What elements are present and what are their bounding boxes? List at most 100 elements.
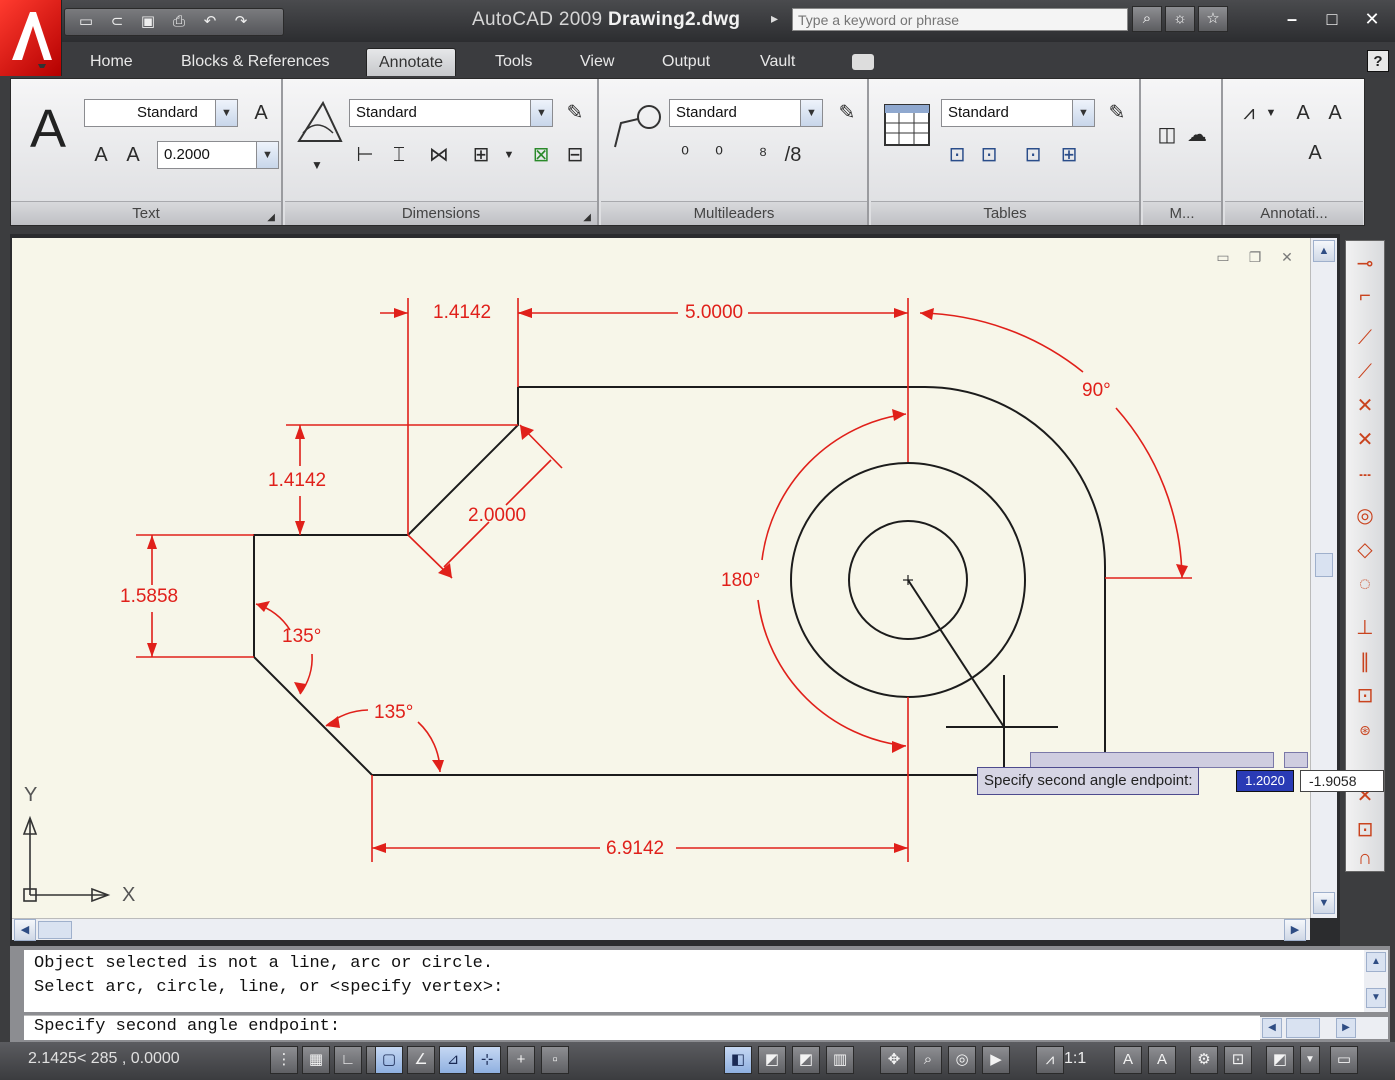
showmotion-icon[interactable]: ▶ [982, 1046, 1010, 1074]
print-icon[interactable]: ⎙ [168, 13, 190, 31]
tab-output[interactable]: Output [650, 48, 722, 76]
align-leaders-icon[interactable]: ⁸ [749, 143, 777, 171]
open-icon[interactable]: ⊂ [106, 13, 128, 31]
remove-leader-icon[interactable]: ⁰ [705, 143, 733, 171]
command-history-scrollbar[interactable]: ▲ ▼ [1364, 950, 1388, 1012]
scroll-thumb[interactable] [38, 921, 72, 939]
text-height-select[interactable]: 0.2000 ▼ [157, 141, 279, 169]
scroll-up-icon[interactable]: ▲ [1366, 952, 1386, 972]
quick-view-icon[interactable]: ▥ [826, 1046, 854, 1074]
snap-parallel-icon[interactable]: ∥ [1352, 649, 1378, 675]
horizontal-scrollbar[interactable]: ◀ ▶ [12, 918, 1310, 941]
layout1-icon[interactable]: ◩ [758, 1046, 786, 1074]
scroll-up-icon[interactable]: ▲ [1313, 240, 1335, 262]
quick-dimension-icon[interactable]: ⊢ [351, 143, 379, 171]
scroll-right-icon[interactable]: ▶ [1336, 1018, 1356, 1038]
ribbon-minimize-icon[interactable] [852, 54, 874, 70]
restore-icon[interactable]: ❐ [1244, 248, 1266, 266]
dimension-space-icon[interactable]: ⌶ [385, 143, 413, 171]
redo-icon[interactable]: ↷ [230, 13, 252, 31]
search-icon[interactable]: ⌕ [1132, 6, 1162, 32]
scroll-thumb[interactable] [1286, 1018, 1320, 1038]
table-style-select[interactable]: Standard ▼ [941, 99, 1095, 127]
snap-from-icon[interactable]: ⌐ [1352, 283, 1378, 309]
quick-properties-icon[interactable]: ▫ [541, 1046, 569, 1074]
snap-settings-icon[interactable]: ⊡ [1352, 817, 1378, 843]
collect-leaders-icon[interactable]: /8 [779, 143, 807, 171]
undo-icon[interactable]: ↶ [199, 13, 221, 31]
application-menu-button[interactable] [0, 0, 62, 76]
dimension-style-select[interactable]: Standard ▼ [349, 99, 553, 127]
dynamic-input-icon[interactable]: ⊹ [473, 1046, 501, 1074]
title-dropdown-icon[interactable]: ▸ [771, 10, 778, 27]
add-leader-icon[interactable]: ⁰ [671, 143, 699, 171]
scale-dropdown-icon[interactable]: ▼ [1257, 101, 1285, 129]
favorites-icon[interactable]: ☆ [1198, 6, 1228, 32]
tab-home[interactable]: Home [78, 48, 145, 76]
scroll-left-icon[interactable]: ◀ [14, 919, 36, 941]
tab-view[interactable]: View [568, 48, 626, 76]
multileader-style-select[interactable]: Standard ▼ [669, 99, 823, 127]
snap-extension-icon[interactable]: ┄ [1352, 463, 1378, 489]
vertical-scrollbar[interactable]: ▲ ▼ [1310, 238, 1337, 918]
show-lineweight-icon[interactable]: + [507, 1046, 535, 1074]
dynamic-input-value-x[interactable]: 1.2020 [1236, 770, 1294, 792]
snap-quadrant-icon[interactable]: ◇ [1352, 537, 1378, 563]
jogged-linear-icon[interactable]: ⊟ [561, 143, 589, 171]
panel-expand-icon[interactable]: ◢ [583, 206, 591, 230]
snap-insert-icon[interactable]: ⊡ [1352, 683, 1378, 709]
command-horizontal-scrollbar[interactable]: ◀ ▶ [1260, 1017, 1388, 1039]
inspect-icon[interactable]: ⊠ [527, 143, 555, 171]
tab-annotate[interactable]: Annotate [366, 48, 457, 76]
dimension-break-icon[interactable]: ⋈ [425, 143, 453, 171]
panel-expand-icon[interactable]: ◢ [267, 206, 275, 230]
minimize-icon[interactable]: – [1279, 6, 1305, 32]
maximize-icon[interactable]: □ [1319, 6, 1345, 32]
pan-icon[interactable]: ✥ [880, 1046, 908, 1074]
search-input[interactable] [792, 8, 1128, 31]
angular-dimension-icon[interactable] [293, 97, 345, 147]
snap-endpoint-icon[interactable]: ⟋ [1352, 325, 1378, 351]
table-download-icon[interactable]: ⊡ [1019, 143, 1047, 171]
save-icon[interactable]: ▣ [137, 13, 159, 31]
tab-tools[interactable]: Tools [483, 48, 544, 76]
object-snap-tracking-icon[interactable]: ∠ [407, 1046, 435, 1074]
text-style-select[interactable]: Standard ▼ [84, 99, 238, 127]
dimension-dropdown-icon[interactable]: ▼ [303, 153, 331, 181]
allow-dynamic-ucs-icon[interactable]: ⊿ [439, 1046, 467, 1074]
annotation-scale-value[interactable]: 1:1 [1064, 1050, 1086, 1068]
annotation-visibility-icon[interactable]: A [1114, 1046, 1142, 1074]
table-style-edit-icon[interactable]: ✎ [1103, 101, 1131, 129]
auto-scale-icon[interactable]: A [1148, 1046, 1176, 1074]
revision-cloud-icon[interactable]: ☁ [1183, 123, 1211, 151]
clean-screen-icon[interactable]: ▭ [1330, 1046, 1358, 1074]
help-icon[interactable]: ? [1367, 50, 1389, 72]
snap-center-icon[interactable]: ◎ [1352, 503, 1378, 529]
snap-tangent-icon[interactable]: ◌ [1352, 571, 1378, 597]
close-icon[interactable]: ✕ [1276, 248, 1298, 266]
new-icon[interactable]: ▭ [75, 13, 97, 31]
multileader-icon[interactable] [611, 101, 665, 151]
delete-scale-icon[interactable]: A [1321, 101, 1349, 129]
close-icon[interactable]: ✕ [1359, 6, 1385, 32]
sync-scale-icon[interactable]: A [1301, 141, 1329, 169]
ortho-mode-icon[interactable]: ∟ [334, 1046, 362, 1074]
tab-blocks-references[interactable]: Blocks & References [169, 48, 342, 76]
table-icon[interactable] [883, 103, 931, 147]
scroll-thumb[interactable] [1315, 553, 1333, 577]
model-space-icon[interactable]: ◧ [724, 1046, 752, 1074]
zoom-icon[interactable]: ⌕ [914, 1046, 942, 1074]
object-snap-icon[interactable]: ▢ [375, 1046, 403, 1074]
multiline-text-icon[interactable]: A [25, 99, 71, 159]
steering-wheel-icon[interactable]: ◎ [948, 1046, 976, 1074]
table-link-icon[interactable]: ⊡ [943, 143, 971, 171]
text-height-icon[interactable]: A [119, 143, 147, 171]
coordinate-display[interactable]: 2.1425< 285 , 0.0000 [28, 1050, 180, 1068]
command-input[interactable]: Specify second angle endpoint: [24, 1015, 1260, 1040]
dimension-style-edit-icon[interactable]: ✎ [561, 101, 589, 129]
snap-intersection-icon[interactable]: ✕ [1352, 393, 1378, 419]
scroll-down-icon[interactable]: ▼ [1366, 988, 1386, 1008]
communication-center-icon[interactable]: ☼ [1165, 6, 1195, 32]
scroll-down-icon[interactable]: ▼ [1313, 892, 1335, 914]
drawing-canvas[interactable]: 1.4142 5.0000 1.4142 2.0000 1.5858 6.914… [12, 238, 1310, 918]
